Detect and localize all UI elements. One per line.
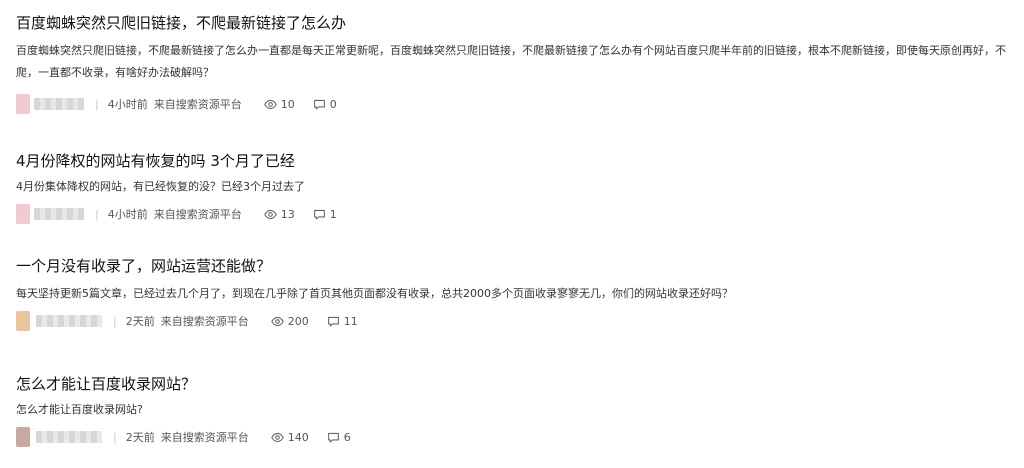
eye-icon <box>270 316 284 326</box>
comment-count[interactable]: 11 <box>327 315 358 328</box>
meta-divider: | <box>95 207 99 221</box>
comment-icon <box>313 99 325 109</box>
comment-count[interactable]: 6 <box>327 431 351 444</box>
post-meta: | 2天前 来自搜索资源平台 200 11 <box>16 311 1016 331</box>
comment-count[interactable]: 0 <box>313 98 337 111</box>
post-time: 2天前 <box>125 315 155 328</box>
comment-count-value: 0 <box>329 97 337 111</box>
comment-icon <box>327 316 339 326</box>
username[interactable] <box>36 431 102 443</box>
post-meta: | 4小时前 来自搜索资源平台 10 0 <box>16 94 1016 114</box>
meta-divider: | <box>113 430 117 444</box>
post-title[interactable]: 4月份降权的网站有恢复的吗 3个月了已经 <box>16 150 1016 172</box>
post-source: 来自搜索资源平台 <box>160 431 249 444</box>
post-item: 4月份降权的网站有恢复的吗 3个月了已经 4月份集体降权的网站，有已经恢复的没？… <box>16 150 1016 224</box>
avatar[interactable] <box>16 204 30 224</box>
post-item: 怎么才能让百度收录网站？ 怎么才能让百度收录网站? | 2天前 来自搜索资源平台… <box>16 373 1016 447</box>
post-title[interactable]: 一个月没有收录了，网站运营还能做？ <box>16 255 1016 277</box>
view-count-value: 200 <box>287 314 309 328</box>
meta-divider: | <box>113 314 117 328</box>
post-item: 百度蜘蛛突然只爬旧链接，不爬最新链接了怎么办 百度蜘蛛突然只爬旧链接，不爬最新链… <box>16 12 1016 114</box>
post-source: 来自搜索资源平台 <box>153 208 242 221</box>
comment-icon <box>327 432 339 442</box>
eye-icon <box>270 432 284 442</box>
post-excerpt[interactable]: 4月份集体降权的网站，有已经恢复的没？已经3个月过去了 <box>16 176 1006 198</box>
avatar[interactable] <box>16 427 30 447</box>
view-count[interactable]: 10 <box>263 97 295 111</box>
post-source: 来自搜索资源平台 <box>160 315 249 328</box>
view-count[interactable]: 13 <box>263 207 295 221</box>
post-excerpt[interactable]: 百度蜘蛛突然只爬旧链接，不爬最新链接了怎么办一直都是每天正常更新呢，百度蜘蛛突然… <box>16 40 1006 84</box>
post-feed: 百度蜘蛛突然只爬旧链接，不爬最新链接了怎么办 百度蜘蛛突然只爬旧链接，不爬最新链… <box>0 0 1024 468</box>
comment-icon <box>313 209 325 219</box>
post-time: 2天前 <box>125 431 155 444</box>
comment-count[interactable]: 1 <box>313 208 337 221</box>
view-count-value: 140 <box>287 430 309 444</box>
username[interactable] <box>36 315 102 327</box>
post-title[interactable]: 怎么才能让百度收录网站？ <box>16 373 1016 395</box>
post-excerpt[interactable]: 怎么才能让百度收录网站? <box>16 399 1006 421</box>
post-excerpt[interactable]: 每天坚持更新5篇文章，已经过去几个月了，到现在几乎除了首页其他页面都没有收录，总… <box>16 283 1006 305</box>
view-count-value: 13 <box>280 207 295 221</box>
eye-icon <box>263 209 277 219</box>
username[interactable] <box>34 208 84 220</box>
post-source: 来自搜索资源平台 <box>153 98 242 111</box>
post-meta: | 4小时前 来自搜索资源平台 13 1 <box>16 204 1016 224</box>
comment-count-value: 1 <box>329 207 337 221</box>
eye-icon <box>263 99 277 109</box>
avatar[interactable] <box>16 311 30 331</box>
post-time: 4小时前 <box>107 98 148 111</box>
post-time: 4小时前 <box>107 208 148 221</box>
comment-count-value: 11 <box>343 314 358 328</box>
username[interactable] <box>34 98 84 110</box>
view-count[interactable]: 200 <box>270 314 309 328</box>
comment-count-value: 6 <box>343 430 351 444</box>
post-meta: | 2天前 来自搜索资源平台 140 6 <box>16 427 1016 447</box>
view-count[interactable]: 140 <box>270 430 309 444</box>
meta-divider: | <box>95 97 99 111</box>
view-count-value: 10 <box>280 97 295 111</box>
post-title[interactable]: 百度蜘蛛突然只爬旧链接，不爬最新链接了怎么办 <box>16 12 1016 34</box>
avatar[interactable] <box>16 94 30 114</box>
post-item: 一个月没有收录了，网站运营还能做？ 每天坚持更新5篇文章，已经过去几个月了，到现… <box>16 255 1016 331</box>
